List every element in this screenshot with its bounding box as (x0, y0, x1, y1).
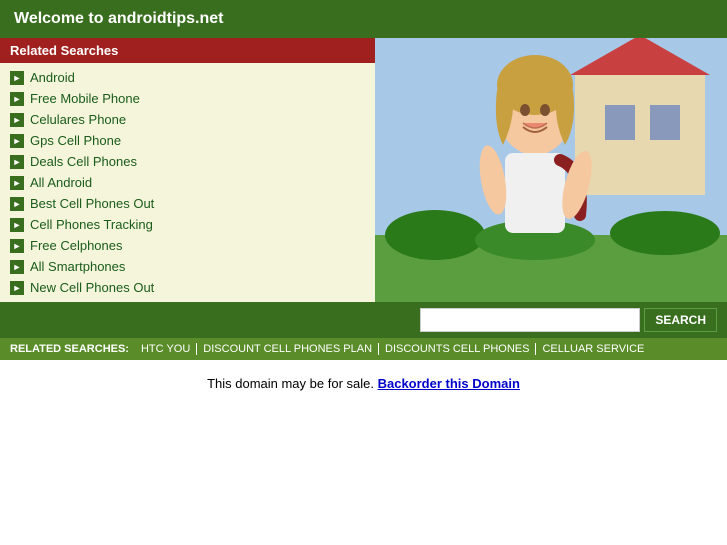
list-item[interactable]: ► Celulares Phone (0, 109, 375, 130)
list-item[interactable]: ► All Smartphones (0, 256, 375, 277)
related-bar-label: RELATED SEARCHES: (10, 343, 129, 355)
header-title: Welcome to androidtips.net (14, 10, 224, 27)
arrow-icon: ► (10, 176, 24, 190)
backorder-link[interactable]: Backorder this Domain (378, 376, 520, 391)
related-searches-header: Related Searches (0, 38, 375, 63)
related-bar-link[interactable]: HTC YOU (135, 343, 197, 355)
link-label: Android (30, 70, 75, 85)
photo-area (375, 38, 727, 302)
link-label: Celulares Phone (30, 112, 126, 127)
links-list: ► Android ► Free Mobile Phone ► Celulare… (0, 63, 375, 302)
arrow-icon: ► (10, 155, 24, 169)
link-label: All Android (30, 175, 92, 190)
footer: This domain may be for sale. Backorder t… (0, 360, 727, 407)
link-label: Free Celphones (30, 238, 123, 253)
arrow-icon: ► (10, 92, 24, 106)
footer-text: This domain may be for sale. Backorder t… (207, 376, 520, 391)
link-label: All Smartphones (30, 259, 125, 274)
link-label: Best Cell Phones Out (30, 196, 154, 211)
list-item[interactable]: ► Gps Cell Phone (0, 130, 375, 151)
list-item[interactable]: ► Android (0, 67, 375, 88)
arrow-icon: ► (10, 218, 24, 232)
arrow-icon: ► (10, 197, 24, 211)
search-button[interactable]: SEARCH (644, 308, 717, 332)
arrow-icon: ► (10, 113, 24, 127)
left-column: Related Searches ► Android ► Free Mobile… (0, 38, 375, 302)
list-item[interactable]: ► Free Mobile Phone (0, 88, 375, 109)
link-label: New Cell Phones Out (30, 280, 154, 295)
related-bar-link[interactable]: DISCOUNTS CELL PHONES (379, 343, 536, 355)
list-item[interactable]: ► Deals Cell Phones (0, 151, 375, 172)
related-bar-link[interactable]: CELLUAR SERVICE (536, 343, 650, 355)
main-content: Related Searches ► Android ► Free Mobile… (0, 38, 727, 302)
link-label: Cell Phones Tracking (30, 217, 153, 232)
link-label: Deals Cell Phones (30, 154, 137, 169)
arrow-icon: ► (10, 281, 24, 295)
list-item[interactable]: ► All Android (0, 172, 375, 193)
search-input[interactable] (420, 308, 640, 332)
arrow-icon: ► (10, 134, 24, 148)
list-item[interactable]: ► Cell Phones Tracking (0, 214, 375, 235)
related-bar-link[interactable]: DISCOUNT CELL PHONES PLAN (197, 343, 379, 355)
arrow-icon: ► (10, 239, 24, 253)
link-label: Gps Cell Phone (30, 133, 121, 148)
list-item[interactable]: ► Best Cell Phones Out (0, 193, 375, 214)
list-item[interactable]: ► Free Celphones (0, 235, 375, 256)
page-header: Welcome to androidtips.net (0, 0, 727, 38)
arrow-icon: ► (10, 260, 24, 274)
search-bar-row: SEARCH (0, 302, 727, 338)
arrow-icon: ► (10, 71, 24, 85)
list-item[interactable]: ► New Cell Phones Out (0, 277, 375, 298)
related-searches-bar: RELATED SEARCHES: HTC YOUDISCOUNT CELL PH… (0, 338, 727, 360)
link-label: Free Mobile Phone (30, 91, 140, 106)
